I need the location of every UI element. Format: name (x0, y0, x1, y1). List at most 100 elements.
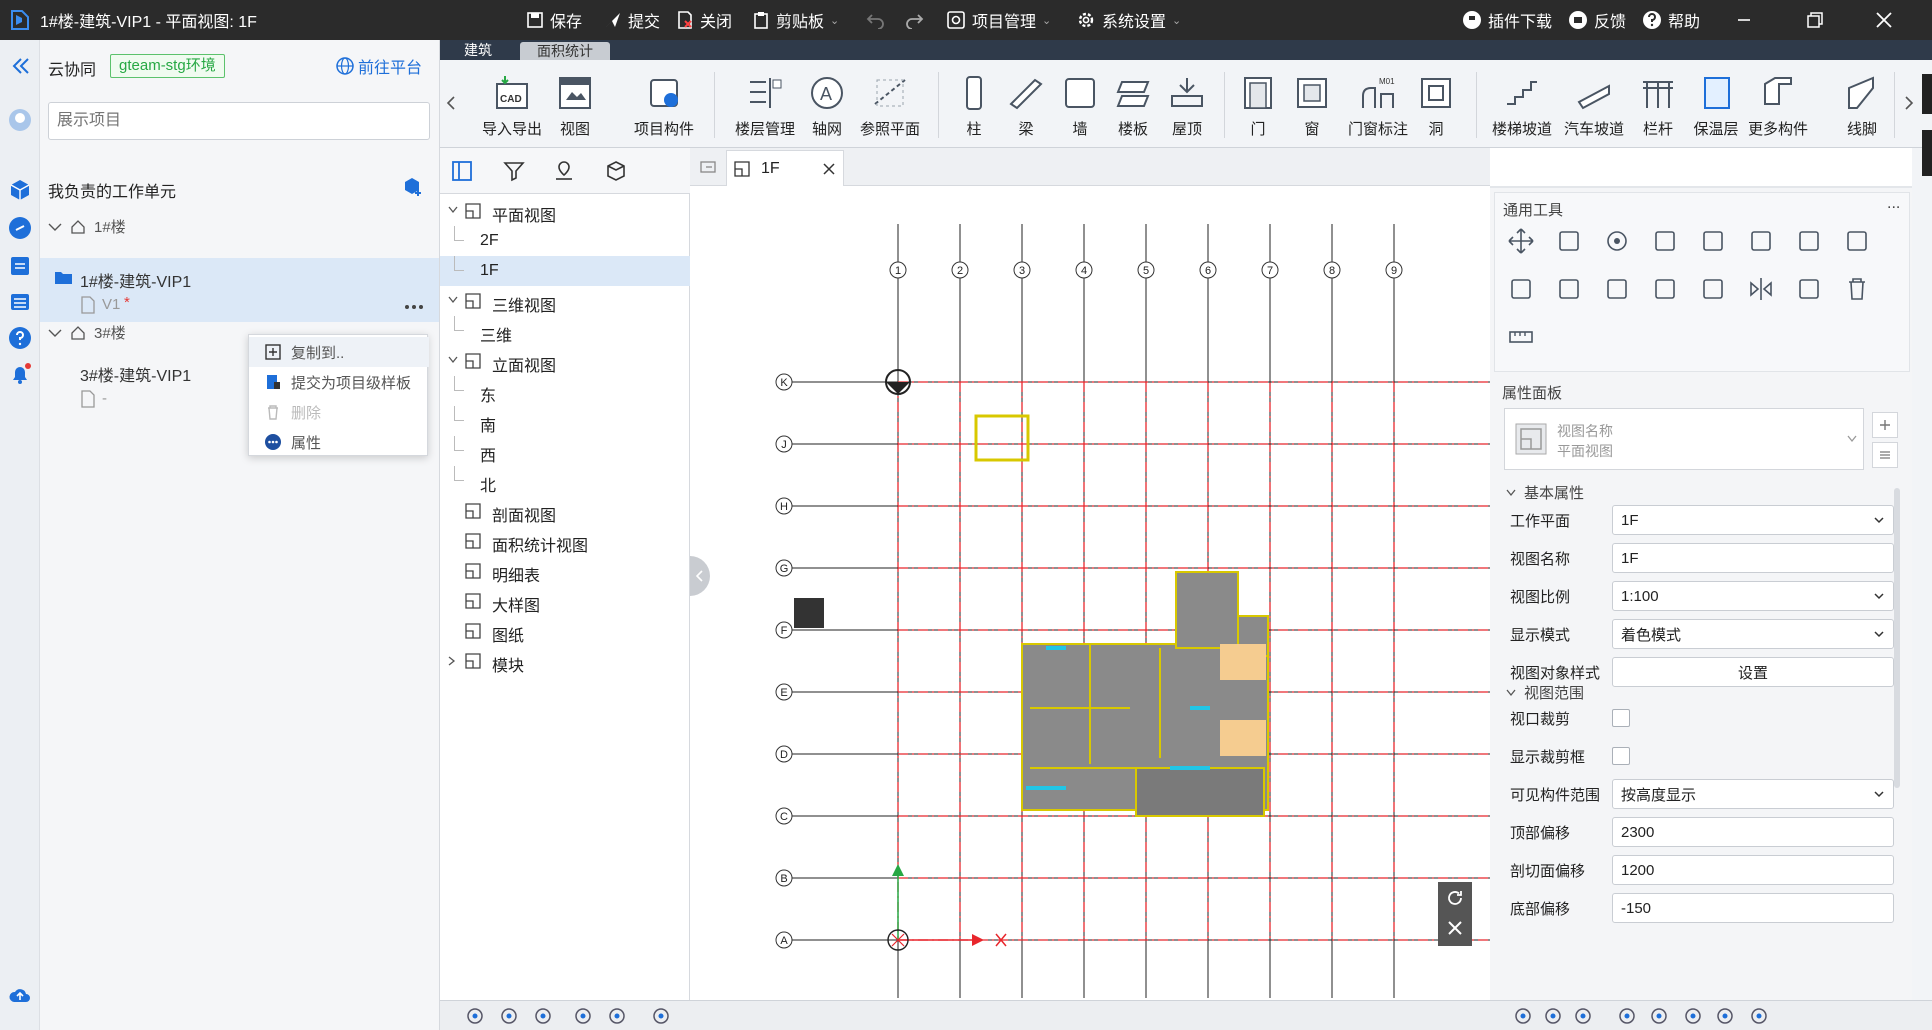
tree-item[interactable]: 面积统计视图 (440, 526, 690, 556)
isolate-icon[interactable] (534, 1007, 552, 1025)
show-crop-checkbox[interactable] (1612, 747, 1630, 765)
view-scale-select[interactable]: 1:100 (1612, 581, 1894, 611)
nav-links[interactable] (8, 216, 32, 240)
tab-switch-icon[interactable] (700, 160, 716, 174)
ribbon-button-beam[interactable]: 梁 (996, 74, 1056, 139)
tree-item[interactable]: 三维视图 (440, 286, 690, 316)
ribbon-tab-architecture[interactable]: 建筑 (440, 40, 516, 60)
tree-item[interactable]: 图纸 (440, 616, 690, 646)
system-settings-menu[interactable]: 系统设置 ⌄ (1076, 0, 1181, 40)
scroll-left-icon[interactable] (446, 96, 456, 110)
reset-view-icon[interactable] (1445, 888, 1465, 908)
tree-item[interactable]: 模块 (440, 646, 690, 676)
tree-item[interactable]: 南 (440, 406, 690, 436)
tree-item[interactable]: 北 (440, 466, 690, 496)
offset-tool-icon[interactable] (1747, 227, 1775, 255)
close-tab-icon[interactable] (823, 163, 835, 175)
ribbon-button-opening[interactable]: 洞 (1406, 74, 1466, 139)
view-range-header[interactable]: 视图范围 (1506, 682, 1584, 703)
chevron-right-icon[interactable] (448, 656, 456, 666)
delete-tool-icon[interactable] (1843, 275, 1871, 303)
copy-tool-icon[interactable] (1555, 227, 1583, 255)
feedback-button[interactable]: 反馈 (1568, 0, 1626, 40)
align-tool-icon[interactable] (1699, 227, 1727, 255)
minimize-button[interactable] (1736, 0, 1752, 40)
move-tool-icon[interactable] (1507, 227, 1535, 255)
ribbon-button-insulation[interactable]: 保温层 (1686, 74, 1746, 139)
replace-tool-icon[interactable] (1795, 275, 1823, 303)
ribbon-button-wall[interactable]: 墙 (1050, 74, 1110, 139)
eye-icon[interactable] (608, 1007, 626, 1025)
chevron-down-icon[interactable] (448, 356, 458, 364)
bottom-offset-field[interactable]: -150 (1612, 893, 1894, 923)
tree-item[interactable]: 东 (440, 376, 690, 406)
tree-item[interactable]: 2F (440, 226, 690, 256)
measure-tool-icon[interactable] (1507, 323, 1535, 351)
redo-button[interactable] (904, 0, 924, 40)
chevron-down-icon[interactable] (448, 296, 458, 304)
menu-item-copy-to[interactable]: 复制到.. (249, 337, 429, 367)
add-workunit-icon[interactable] (402, 176, 424, 198)
clipboard-button[interactable]: 剪贴板 ⌄ (752, 0, 839, 40)
mirror-tool-icon[interactable] (1747, 275, 1775, 303)
work-plane-select[interactable]: 1F (1612, 505, 1894, 535)
menu-item-properties[interactable]: 属性 (249, 427, 429, 457)
filter-icon[interactable] (502, 159, 526, 183)
screen-icon[interactable] (1684, 1007, 1702, 1025)
visibility-icon[interactable] (466, 1007, 484, 1025)
goto-platform-link[interactable]: 前往平台 (336, 54, 422, 78)
tree-item[interactable]: 剖面视图 (440, 496, 690, 526)
plugin-download-button[interactable]: 插件下载 (1462, 0, 1552, 40)
snap-tool-icon[interactable] (1651, 275, 1679, 303)
edit-type-button[interactable] (1872, 442, 1898, 468)
ribbon-button-floor-management[interactable]: 楼层管理 (735, 74, 795, 139)
ribbon-button-reference-plane[interactable]: 参照平面 (860, 74, 920, 139)
tree-item[interactable]: 平面视图 (440, 196, 690, 226)
align-left-icon[interactable] (1514, 1007, 1532, 1025)
tools-more-button[interactable]: ... (1887, 195, 1900, 213)
trim-tool-icon[interactable] (1555, 275, 1583, 303)
close-window-button[interactable] (1874, 0, 1894, 40)
ribbon-button-project-component[interactable]: 项目构件 (634, 74, 694, 139)
ribbon-button-door[interactable]: 门 (1228, 74, 1288, 139)
rotate-tool-icon[interactable] (1603, 227, 1631, 255)
ribbon-button-floor-slab[interactable]: 楼板 (1103, 74, 1163, 139)
close-overlay-icon[interactable] (1447, 920, 1463, 936)
panel-toggle-icon[interactable] (450, 159, 480, 185)
mirror-edit-tool-icon[interactable] (1795, 227, 1823, 255)
light-bulb-icon[interactable] (574, 1007, 592, 1025)
menu-item-submit-template[interactable]: 提交为项目级样板 (249, 367, 429, 397)
right-edge-handle[interactable] (1922, 130, 1932, 176)
ribbon-button-railing[interactable]: 栏杆 (1628, 74, 1688, 139)
scroll-right-icon[interactable] (1904, 96, 1914, 110)
array-tool-icon[interactable] (1507, 275, 1535, 303)
link-icon[interactable] (1618, 1007, 1636, 1025)
view-name-field[interactable]: 1F (1612, 543, 1894, 573)
ribbon-button-window[interactable]: 窗 (1282, 74, 1342, 139)
nav-help[interactable] (8, 326, 32, 350)
nav-documents[interactable] (8, 254, 32, 278)
display-mode-select[interactable]: 着色模式 (1612, 619, 1894, 649)
viewport-crop-checkbox[interactable] (1612, 709, 1630, 727)
submit-button[interactable]: 提交 (604, 0, 660, 40)
ribbon-button-column[interactable]: 柱 (944, 74, 1004, 139)
project-search-input[interactable] (48, 102, 430, 140)
save-button[interactable]: 保存 (526, 0, 582, 40)
drawing-canvas[interactable]: 1 2 3 4 5 6 7 8 9 K J H G F E D C B A (690, 148, 1490, 1000)
ribbon-button-axis-grid[interactable]: A 轴网 (797, 74, 857, 139)
restore-button[interactable] (1806, 0, 1824, 40)
close-file-button[interactable]: 关闭 (676, 0, 732, 40)
collapse-panel-button[interactable] (8, 54, 32, 78)
tree-item[interactable]: 明细表 (440, 556, 690, 586)
properties-scrollbar[interactable] (1894, 488, 1900, 788)
document-tab[interactable]: 1F (726, 150, 844, 186)
ribbon-button-import-export[interactable]: CAD 导入导出 (482, 74, 542, 139)
crop-icon[interactable] (1574, 1007, 1592, 1025)
workunit-item-selected[interactable]: 1#楼-建筑-VIP1 V1 * (40, 258, 439, 322)
object-style-button[interactable]: 设置 (1612, 657, 1894, 687)
ribbon-button-more-components[interactable]: 更多构件 (1748, 74, 1808, 139)
zoom-window-icon[interactable] (1716, 1007, 1734, 1025)
split-gap-tool-icon[interactable] (1603, 275, 1631, 303)
settings-cube-icon[interactable] (1750, 1007, 1768, 1025)
extend-tool-icon[interactable] (1843, 227, 1871, 255)
